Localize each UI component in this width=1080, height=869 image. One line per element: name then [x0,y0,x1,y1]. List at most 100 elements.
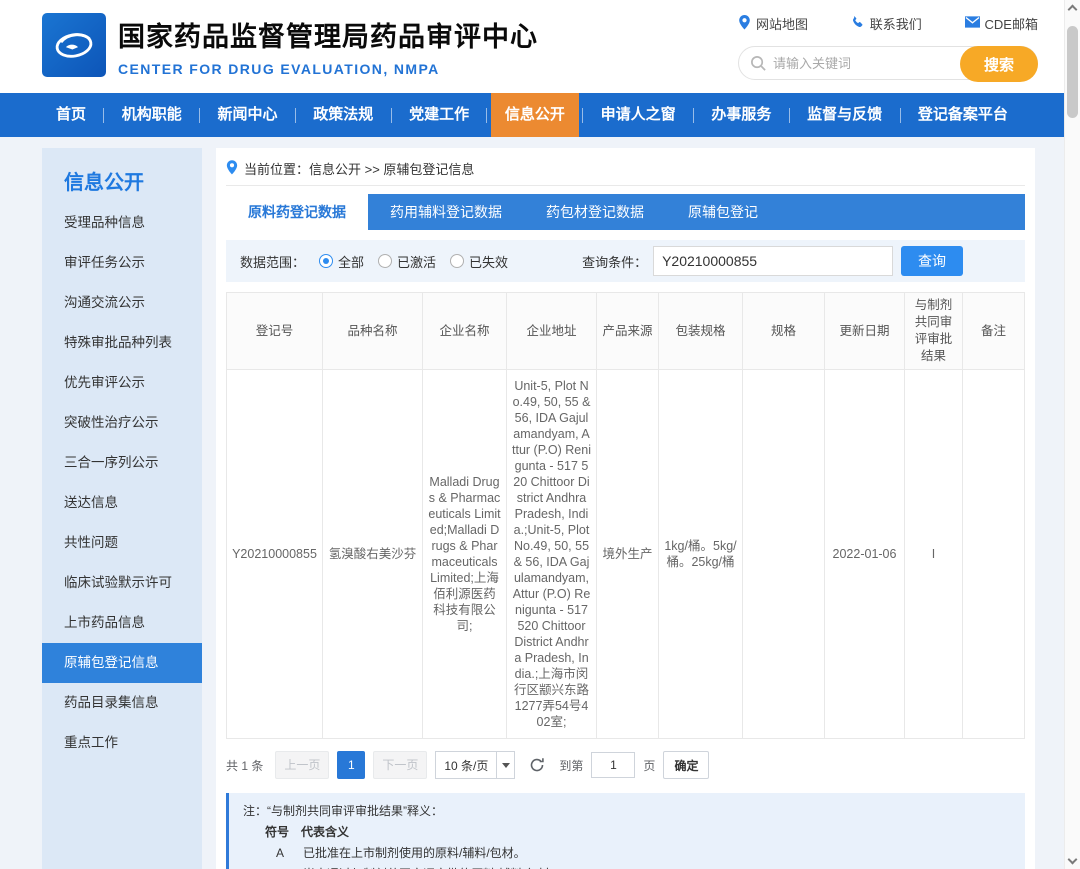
nav-list: 首页 机构职能 新闻中心 政策法规 党建工作 信息公开 申请人之窗 办事服务 监… [42,93,1022,137]
chevron-down-icon [496,752,514,778]
sidebar-item-accepted-varieties[interactable]: 受理品种信息 [42,203,202,243]
sidebar-item-communication[interactable]: 沟通交流公示 [42,283,202,323]
cell-variety-name: 氢溴酸右美沙芬 [323,370,423,739]
nav-separator [486,108,487,123]
site-search-input[interactable] [773,56,957,71]
goto-unit: 页 [643,757,655,774]
query-label: 查询条件： [582,252,647,271]
nav-item-services[interactable]: 办事服务 [697,93,785,137]
nav-item-supervision[interactable]: 监督与反馈 [793,93,896,137]
map-pin-icon [738,15,751,33]
cell-company-address: Unit-5, Plot No.49, 50, 55 & 56, IDA Gaj… [507,370,597,739]
radio-expired[interactable]: 已失效 [450,252,508,271]
cell-update-date: 2022-01-06 [825,370,905,739]
sidebar-item-key-work[interactable]: 重点工作 [42,723,202,763]
sidebar-item-common-issues[interactable]: 共性问题 [42,523,202,563]
contact-link[interactable]: 联系我们 [851,14,922,33]
mail-icon [965,16,980,31]
site-subtitle: CENTER FOR DRUG EVALUATION, NMPA [118,61,538,77]
col-update-date: 更新日期 [825,293,905,370]
table-row: Y20210000855 氢溴酸右美沙芬 Malladi Drugs & Pha… [227,370,1025,739]
scroll-down-icon[interactable] [1068,855,1078,865]
sidebar-item-three-in-one[interactable]: 三合一序列公示 [42,443,202,483]
page-size-select[interactable]: 10 条/页 [435,751,515,779]
site-title: 国家药品监督管理局药品审评中心 [118,15,538,54]
search-icon [750,55,767,77]
radio-all[interactable]: 全部 [319,252,364,271]
scrollbar-thumb[interactable] [1067,26,1078,118]
cell-registration-no: Y20210000855 [227,370,323,739]
sidebar-item-delivery-info[interactable]: 送达信息 [42,483,202,523]
results-table: 登记号 品种名称 企业名称 企业地址 产品来源 包装规格 规格 更新日期 与制剂… [226,292,1025,739]
footnote-columns: 符号 代表含义 [243,823,1011,841]
radio-activated[interactable]: 已激活 [378,252,436,271]
nav-item-policy[interactable]: 政策法规 [299,93,387,137]
site-search-button[interactable]: 搜索 [960,46,1038,82]
site-search-bar: 搜索 [738,46,1038,80]
nav-item-applicant[interactable]: 申请人之窗 [587,93,690,137]
nav-separator [789,108,790,123]
scope-label: 数据范围： [240,252,305,271]
col-remarks: 备注 [963,293,1025,370]
swan-logo-icon [48,17,100,74]
refresh-icon[interactable] [529,757,545,773]
sidebar-item-breakthrough-therapy[interactable]: 突破性治疗公示 [42,403,202,443]
sidebar-item-marketed-drugs[interactable]: 上市药品信息 [42,603,202,643]
nav-separator [295,108,296,123]
cell-joint-review-result: I [905,370,963,739]
nav-item-registration-platform[interactable]: 登记备案平台 [904,93,1022,137]
sidebar-item-special-approval[interactable]: 特殊审批品种列表 [42,323,202,363]
nav-separator [103,108,104,123]
sidebar-item-clinical-trial-license[interactable]: 临床试验默示许可 [42,563,202,603]
cde-logo [42,13,106,77]
nav-separator [391,108,392,123]
sidebar-item-review-tasks[interactable]: 审评任务公示 [42,243,202,283]
page: 国家药品监督管理局药品审评中心 CENTER FOR DRUG EVALUATI… [0,0,1064,869]
breadcrumb: 当前位置：信息公开 >> 原辅包登记信息 [226,152,1025,186]
col-packaging-spec: 包装规格 [659,293,743,370]
sidebar-item-raw-material-registration[interactable]: 原辅包登记信息 [42,643,202,683]
breadcrumb-text: 当前位置：信息公开 >> 原辅包登记信息 [244,159,474,178]
total-count: 共 1 条 [226,757,263,774]
next-page-button[interactable]: 下一页 [373,751,427,779]
prev-page-button[interactable]: 上一页 [275,751,329,779]
nav-item-party[interactable]: 党建工作 [395,93,483,137]
query-input[interactable] [653,246,893,276]
site-header: 国家药品监督管理局药品审评中心 CENTER FOR DRUG EVALUATI… [0,0,1064,93]
col-spec: 规格 [743,293,825,370]
cell-remarks [963,370,1025,739]
nav-item-news[interactable]: 新闻中心 [204,93,292,137]
cell-company-name: Malladi Drugs & Pharmaceuticals Limited;… [423,370,507,739]
tab-raw-material-registration[interactable]: 原辅包登记 [666,194,780,230]
col-company-address: 企业地址 [507,293,597,370]
radio-expired-circle[interactable] [450,254,464,268]
confirm-button[interactable]: 确定 [663,751,709,779]
tab-api-registration[interactable]: 原料药登记数据 [226,194,368,230]
cell-spec [743,370,825,739]
mail-link[interactable]: CDE邮箱 [965,14,1038,33]
quick-links: 网站地图 联系我们 CDE邮箱 [738,14,1038,33]
nav-item-info-disclosure[interactable]: 信息公开 [491,93,579,137]
phone-icon [851,15,865,32]
radio-activated-circle[interactable] [378,254,392,268]
table-header-row: 登记号 品种名称 企业名称 企业地址 产品来源 包装规格 规格 更新日期 与制剂… [227,293,1025,370]
query-button[interactable]: 查询 [901,246,963,276]
nav-separator [900,108,901,123]
nav-item-functions[interactable]: 机构职能 [108,93,196,137]
sitemap-link[interactable]: 网站地图 [738,14,808,33]
footnote-item-i: I 尚未通过与制剂共同审评审批的原料/辅料/包材。 [243,865,1011,869]
nav-item-home[interactable]: 首页 [42,93,100,137]
tab-excipient-registration[interactable]: 药用辅料登记数据 [368,194,524,230]
tab-packaging-registration[interactable]: 药包材登记数据 [524,194,666,230]
scroll-up-icon[interactable] [1068,5,1078,15]
goto-page-input[interactable] [591,752,635,778]
page-number-1[interactable]: 1 [337,751,365,779]
sidebar-item-drug-catalog[interactable]: 药品目录集信息 [42,683,202,723]
sidebar-item-priority-review[interactable]: 优先审评公示 [42,363,202,403]
header-right: 网站地图 联系我们 CDE邮箱 [738,14,1038,80]
goto-label: 到第 [559,757,583,774]
cell-product-source: 境外生产 [597,370,659,739]
vertical-scrollbar[interactable] [1064,0,1080,869]
nav-separator [693,108,694,123]
radio-all-circle[interactable] [319,254,333,268]
